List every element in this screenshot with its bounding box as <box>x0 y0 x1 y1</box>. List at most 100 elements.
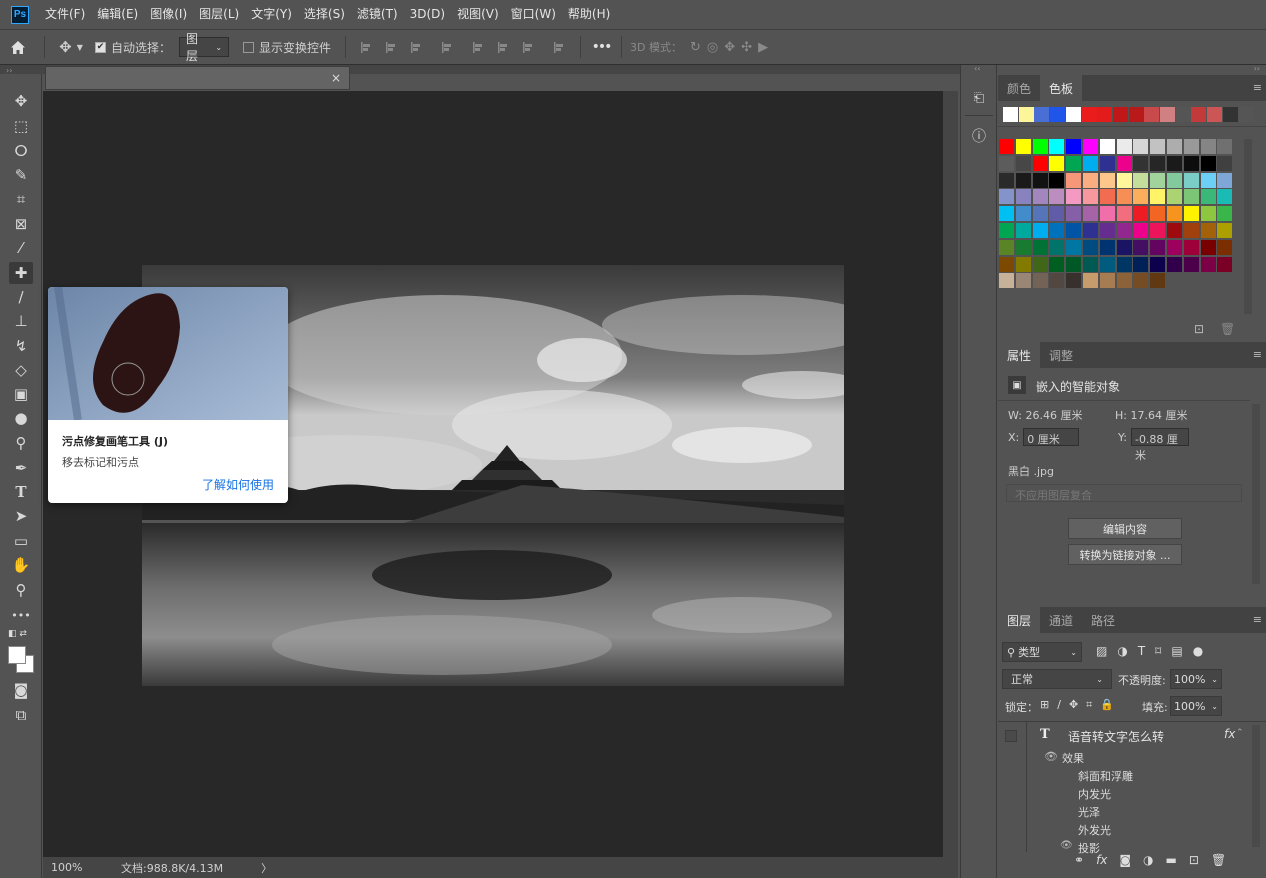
color-swatch[interactable] <box>1015 155 1031 171</box>
menu-item[interactable]: 图层(L) <box>193 0 245 29</box>
color-swatch[interactable] <box>1083 256 1098 272</box>
color-swatch[interactable] <box>1099 206 1115 222</box>
color-swatch[interactable] <box>1150 189 1166 205</box>
color-swatch[interactable] <box>999 139 1014 154</box>
layer-comp-select[interactable]: 不应用图层复合 <box>1006 484 1242 502</box>
color-swatch[interactable] <box>1049 239 1065 255</box>
color-swatch[interactable] <box>1116 239 1132 255</box>
color-swatch[interactable] <box>1200 172 1216 188</box>
trash-icon[interactable]: 🗑 <box>1220 322 1235 336</box>
type-layer-filter-icon[interactable]: T <box>1138 644 1145 658</box>
recent-swatch[interactable] <box>1097 107 1113 122</box>
recent-swatch[interactable] <box>1003 107 1018 122</box>
color-swatch[interactable] <box>1133 155 1149 171</box>
align-vertical-center-icon[interactable] <box>491 41 516 54</box>
menu-item[interactable]: 文字(Y) <box>245 0 298 29</box>
delete-layer-icon[interactable]: 🗑 <box>1211 853 1226 867</box>
panel-menu-icon[interactable]: ≡ <box>1253 81 1262 94</box>
smart-object-filter-icon[interactable]: ▤ <box>1171 644 1182 658</box>
color-swatch[interactable] <box>999 256 1014 272</box>
eyedropper-tool-icon[interactable]: ⁄ <box>9 237 33 259</box>
recent-swatch[interactable] <box>1034 107 1050 122</box>
color-swatch[interactable] <box>1083 189 1098 205</box>
path-select-tool-icon[interactable]: ➤ <box>9 505 33 527</box>
recent-swatch[interactable] <box>1222 107 1238 122</box>
color-swatch[interactable] <box>1015 223 1031 238</box>
quick-select-tool-icon[interactable]: ✎ <box>9 164 33 186</box>
panel-tab[interactable]: 调整 <box>1040 342 1082 368</box>
recent-swatch[interactable] <box>1144 107 1160 122</box>
color-swatch[interactable] <box>1200 155 1216 171</box>
menu-item[interactable]: 窗口(W) <box>505 0 562 29</box>
color-swatch[interactable] <box>1032 273 1048 289</box>
color-swatch[interactable] <box>1133 223 1149 238</box>
document-tab[interactable]: × <box>45 66 350 90</box>
panel-tab[interactable]: 路径 <box>1082 607 1124 633</box>
clone-stamp-tool-icon[interactable]: ⊥ <box>9 310 33 332</box>
color-swatch[interactable] <box>1150 239 1166 255</box>
lasso-tool-icon[interactable]: ⵔ <box>9 140 33 162</box>
scale-3d-icon[interactable]: ▶ <box>758 40 768 55</box>
distribute-icon[interactable] <box>435 41 460 54</box>
color-swatch[interactable] <box>1083 139 1098 154</box>
color-swatch[interactable] <box>1066 155 1082 171</box>
marquee-tool-icon[interactable]: ⬚ <box>9 115 33 137</box>
color-swatch[interactable] <box>1099 239 1115 255</box>
learn-how-link[interactable]: 了解如何使用 <box>202 476 274 493</box>
expand-icon[interactable]: ›› <box>1254 64 1260 73</box>
color-swatch[interactable] <box>1217 139 1233 154</box>
roll-3d-icon[interactable]: ◎ <box>707 40 718 55</box>
color-swatch[interactable] <box>1032 172 1048 188</box>
color-swatch[interactable] <box>1083 155 1098 171</box>
color-swatch[interactable] <box>1116 139 1132 154</box>
color-swatch[interactable] <box>1133 256 1149 272</box>
color-swatch[interactable] <box>1099 172 1115 188</box>
info-icon[interactable]: ⓘ <box>968 125 990 147</box>
color-swatch[interactable] <box>1217 155 1233 171</box>
align-left-icon[interactable] <box>354 41 379 54</box>
recent-swatch[interactable] <box>1175 107 1191 122</box>
move-tool-preset-icon[interactable]: ✥ ▼ <box>53 38 89 56</box>
color-swatch[interactable] <box>1066 273 1082 289</box>
color-swatch[interactable] <box>999 239 1014 255</box>
canvas-vertical-scrollbar[interactable] <box>943 91 958 857</box>
color-swatch[interactable] <box>1116 189 1132 205</box>
height-value[interactable]: 17.64 厘米 <box>1130 409 1187 422</box>
color-swatch[interactable] <box>1183 139 1199 154</box>
color-swatch[interactable] <box>1032 206 1048 222</box>
new-adjustment-layer-icon[interactable]: ◑ <box>1143 853 1153 867</box>
color-swatch[interactable] <box>1083 172 1098 188</box>
hand-tool-icon[interactable]: ✋ <box>9 554 33 576</box>
color-swatch[interactable] <box>1200 189 1216 205</box>
swap-colors-icon[interactable]: ◧ ⇄ <box>8 629 27 639</box>
color-swatch[interactable] <box>1032 139 1048 154</box>
color-swatch[interactable] <box>1066 256 1082 272</box>
orbit-3d-icon[interactable]: ↻ <box>690 40 701 55</box>
frame-tool-icon[interactable]: ⊠ <box>9 213 33 235</box>
lock-image-icon[interactable]: ∕ <box>1057 698 1061 712</box>
color-swatch[interactable] <box>1200 223 1216 238</box>
color-swatch[interactable] <box>1015 139 1031 154</box>
color-swatch[interactable] <box>1217 172 1233 188</box>
color-swatch[interactable] <box>1217 206 1233 222</box>
recent-swatch[interactable] <box>1018 107 1034 122</box>
convert-to-linked-button[interactable]: 转换为链接对象 ... <box>1068 544 1182 565</box>
color-swatch[interactable] <box>1116 256 1132 272</box>
color-swatch[interactable] <box>1049 139 1065 154</box>
color-swatch[interactable] <box>1116 155 1132 171</box>
eraser-tool-icon[interactable]: ◇ <box>9 359 33 381</box>
add-layer-style-icon[interactable]: fx <box>1096 853 1107 867</box>
color-swatch[interactable] <box>999 155 1014 171</box>
color-swatch[interactable] <box>1167 239 1182 255</box>
color-swatch[interactable] <box>1015 239 1031 255</box>
effect-item[interactable]: 外发光 <box>1078 822 1111 838</box>
color-swatch[interactable] <box>1015 256 1031 272</box>
color-swatch[interactable] <box>1200 239 1216 255</box>
filter-toggle-icon[interactable]: ● <box>1193 644 1203 658</box>
width-value[interactable]: 26.46 厘米 <box>1025 409 1082 422</box>
color-swatch[interactable] <box>1049 273 1065 289</box>
slide-3d-icon[interactable]: ✣ <box>741 40 752 55</box>
color-swatch[interactable] <box>1150 223 1166 238</box>
zoom-tool-icon[interactable]: ⚲ <box>9 579 33 601</box>
color-swatch[interactable] <box>1217 256 1233 272</box>
